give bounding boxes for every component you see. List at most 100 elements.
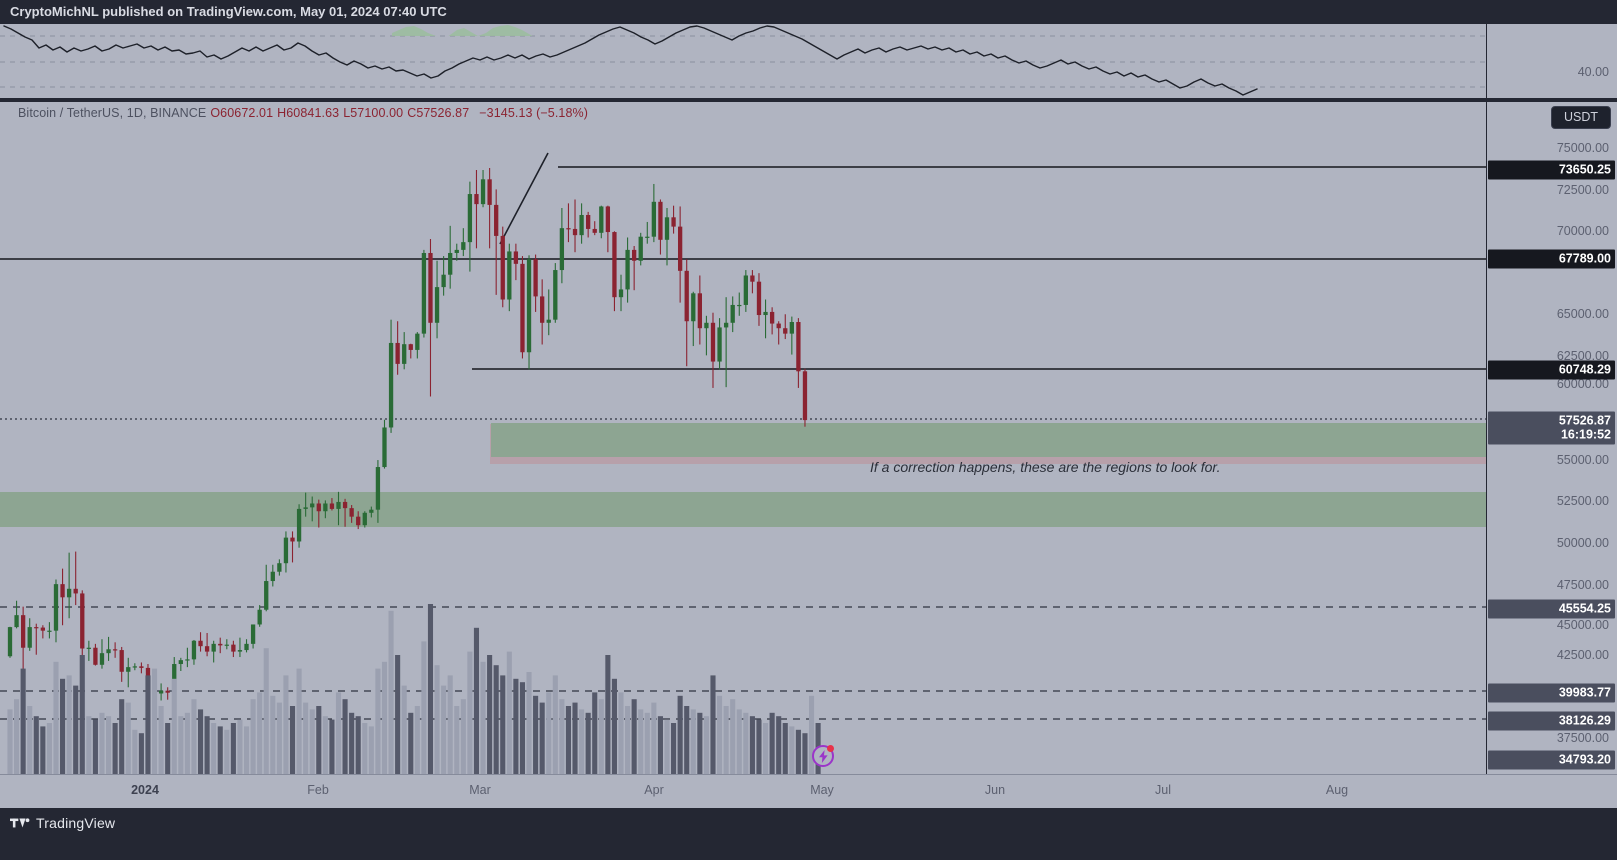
candle-body: [323, 503, 328, 512]
candle-body: [40, 627, 45, 631]
price-axis[interactable]: USDT 75000.00 72500.00 70000.00 65000.00 625…: [1486, 102, 1617, 774]
indicator-pane[interactable]: [0, 24, 1486, 100]
price-badge[interactable]: 34793.20: [1488, 750, 1615, 770]
time-label: Aug: [1325, 783, 1349, 797]
volume-bar: [644, 712, 650, 774]
price-badge[interactable]: 60748.29: [1488, 360, 1615, 380]
candle-body: [80, 593, 85, 649]
candle-body: [126, 667, 131, 672]
volume-bar: [677, 695, 683, 774]
price-tick: 47500.00: [1556, 578, 1609, 592]
price-tick: 52500.00: [1556, 494, 1609, 508]
candle-body: [796, 322, 801, 372]
volume-bar: [454, 706, 460, 774]
candle-body: [592, 228, 597, 233]
candle-body: [632, 249, 637, 261]
volume-bar: [349, 712, 355, 774]
candle-body: [290, 537, 295, 542]
bolt-glyph: [818, 749, 828, 763]
support-zones: [0, 423, 1486, 527]
candle-body: [20, 615, 26, 648]
volume-bar: [506, 651, 512, 774]
volume-bar: [631, 699, 637, 774]
volume-bar: [625, 706, 631, 774]
candle-body: [86, 647, 91, 649]
candle-body: [99, 653, 105, 665]
alert-bolt-icon[interactable]: [812, 745, 834, 767]
price-tick: 75000.00: [1556, 141, 1609, 155]
volume-bar: [250, 699, 256, 774]
volume-bar: [441, 685, 447, 774]
time-axis[interactable]: 2024 Feb Mar Apr May Jun Jul Aug: [0, 774, 1486, 808]
volume-bar: [257, 692, 263, 774]
volume-bar: [611, 678, 617, 774]
volume-bar: [53, 661, 59, 774]
price-badge[interactable]: 57526.87 16:19:52: [1488, 411, 1615, 445]
volume-bar: [434, 665, 440, 774]
volume-bar: [224, 729, 230, 774]
candle-body: [34, 627, 39, 629]
volume-bar: [263, 648, 269, 774]
candle-body: [185, 659, 190, 661]
candle-body: [296, 508, 302, 542]
price-badge[interactable]: 67789.00: [1488, 249, 1615, 269]
volume-bar: [487, 655, 493, 774]
candle-body: [329, 503, 335, 509]
price-badge[interactable]: 39983.77: [1488, 683, 1615, 703]
volume-bar: [66, 675, 72, 774]
volume-bar: [730, 699, 736, 774]
volume-bar: [73, 685, 79, 774]
candle-body: [763, 311, 768, 316]
volume-bar: [276, 702, 282, 774]
candle-body: [7, 627, 13, 657]
volume-bar: [579, 709, 585, 774]
volume-bar: [480, 661, 486, 774]
candle-body: [356, 516, 361, 526]
volume-bar: [408, 712, 414, 774]
candle-body: [717, 327, 722, 362]
candle-body: [408, 344, 413, 350]
volume-bar: [237, 719, 243, 774]
price-badge[interactable]: 45554.25: [1488, 599, 1615, 619]
candle-body: [257, 609, 262, 625]
support-zone-upper: [491, 423, 1486, 457]
price-pane[interactable]: [0, 102, 1486, 774]
volume-bar: [592, 692, 598, 774]
volume-bar: [106, 716, 112, 774]
candle-body: [467, 194, 473, 243]
candle-body: [704, 322, 709, 329]
volume-bar: [230, 723, 236, 774]
tradingview-logo[interactable]: TradingView: [10, 812, 115, 834]
candle-body: [769, 311, 775, 324]
legend-close: C57526.87: [407, 106, 470, 120]
volume-series: [7, 604, 821, 774]
volume-bar: [638, 709, 644, 774]
currency-chip[interactable]: USDT: [1550, 106, 1611, 129]
volume-bar: [342, 699, 348, 774]
candle-body: [480, 179, 486, 205]
volume-bar: [191, 699, 197, 774]
candle-body: [618, 289, 624, 298]
price-badge[interactable]: 38126.29: [1488, 711, 1615, 731]
volume-bar: [447, 675, 453, 774]
symbol-legend[interactable]: Bitcoin / TetherUS, 1D, BINANCE O60672.01…: [18, 106, 588, 120]
price-badge-value: 34793.20: [1558, 752, 1611, 767]
candle-body: [428, 252, 433, 323]
chart-annotation[interactable]: If a correction happens, these are the r…: [870, 459, 1220, 475]
candle-body: [434, 287, 440, 323]
candle-body: [395, 342, 400, 364]
volume-bar: [427, 604, 434, 774]
time-label: Feb: [307, 783, 329, 797]
volume-bar: [460, 699, 466, 774]
volume-bar: [414, 706, 420, 774]
volume-bar: [381, 661, 388, 774]
candle-body: [802, 371, 808, 421]
candle-body: [710, 322, 716, 362]
price-tick: 42500.00: [1556, 648, 1609, 662]
volume-bar: [316, 706, 322, 774]
price-badge[interactable]: 73650.25: [1488, 160, 1615, 180]
volume-bar: [539, 702, 545, 774]
price-tick: 70000.00: [1556, 224, 1609, 238]
indicator-price-axis[interactable]: 40.00: [1486, 24, 1617, 100]
axis-separator: [1486, 24, 1487, 774]
